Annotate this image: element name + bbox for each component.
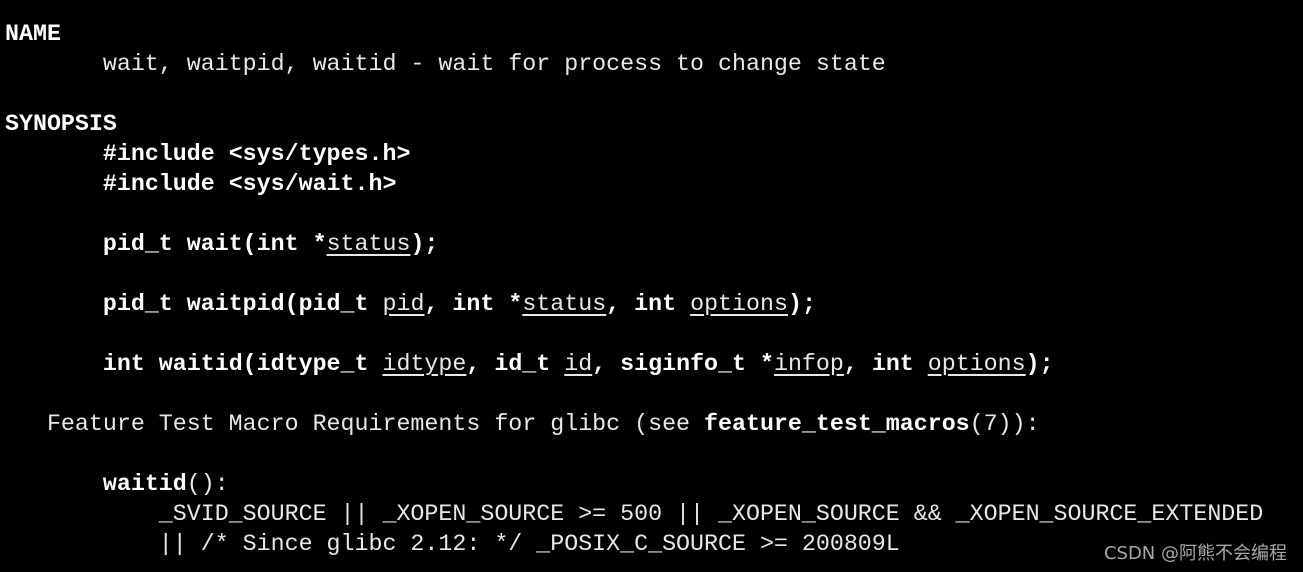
underlined-argument: idtype (382, 351, 467, 377)
bold-text: #include <sys/types.h> (102, 141, 411, 167)
watermark: CSDN @阿熊不会编程 (1103, 543, 1287, 564)
text: || /* Since glibc 2.12: */ _POSIX_C_SOUR… (5, 531, 900, 557)
underlined-argument: options (690, 291, 788, 317)
text (5, 351, 103, 377)
text (5, 141, 103, 167)
bold-text: , int (843, 351, 928, 377)
text (5, 471, 103, 497)
bold-text: ); (1025, 351, 1054, 377)
terminal-line: || /* Since glibc 2.12: */ _POSIX_C_SOUR… (5, 529, 1263, 559)
bold-text: , id_t (466, 351, 565, 377)
text: wait, waitpid, waitid - wait for process… (5, 51, 886, 77)
text: Feature Test Macro Requirements for glib… (5, 411, 705, 437)
text (5, 291, 103, 317)
underlined-argument: options (927, 351, 1026, 377)
terminal-line: int waitid(idtype_t idtype, id_t id, sig… (5, 349, 1263, 379)
text: (7)): (969, 411, 1040, 437)
bold-text: pid_t wait(int * (102, 231, 327, 257)
terminal-line: NAME (5, 19, 1263, 49)
terminal-line: pid_t waitpid(pid_t pid, int *status, in… (5, 289, 1263, 319)
text (5, 231, 103, 257)
bold-text: , int (606, 291, 691, 317)
bold-text: feature_test_macros (704, 411, 970, 437)
terminal-line: Feature Test Macro Requirements for glib… (5, 409, 1263, 439)
bold-text: SYNOPSIS (5, 111, 117, 137)
terminal-line: #include <sys/types.h> (5, 139, 1263, 169)
terminal-output: NAME wait, waitpid, waitid - wait for pr… (5, 19, 1263, 559)
bold-text: , int * (424, 291, 523, 317)
terminal-line: #include <sys/wait.h> (5, 169, 1263, 199)
terminal-line: waitid(): (5, 469, 1263, 499)
terminal-line: pid_t wait(int *status); (5, 229, 1263, 259)
bold-text: int waitid(idtype_t (102, 351, 383, 377)
terminal-line: _SVID_SOURCE || _XOPEN_SOURCE >= 500 || … (5, 499, 1263, 529)
bold-text: NAME (5, 21, 61, 47)
underlined-argument: status (326, 231, 411, 257)
text (5, 171, 103, 197)
text: _SVID_SOURCE || _XOPEN_SOURCE >= 500 || … (5, 501, 1264, 527)
bold-text: , siginfo_t * (592, 351, 774, 377)
bold-text: waitid (102, 471, 187, 497)
underlined-argument: pid (382, 291, 425, 317)
text: (): (186, 471, 229, 497)
underlined-argument: id (564, 351, 593, 377)
terminal-line: wait, waitpid, waitid - wait for process… (5, 49, 1263, 79)
bold-text: ); (787, 291, 816, 317)
bold-text: ); (410, 231, 439, 257)
underlined-argument: infop (773, 351, 844, 377)
bold-text: pid_t waitpid(pid_t (102, 291, 383, 317)
terminal-line: SYNOPSIS (5, 109, 1263, 139)
bold-text: #include <sys/wait.h> (102, 171, 397, 197)
underlined-argument: status (522, 291, 607, 317)
